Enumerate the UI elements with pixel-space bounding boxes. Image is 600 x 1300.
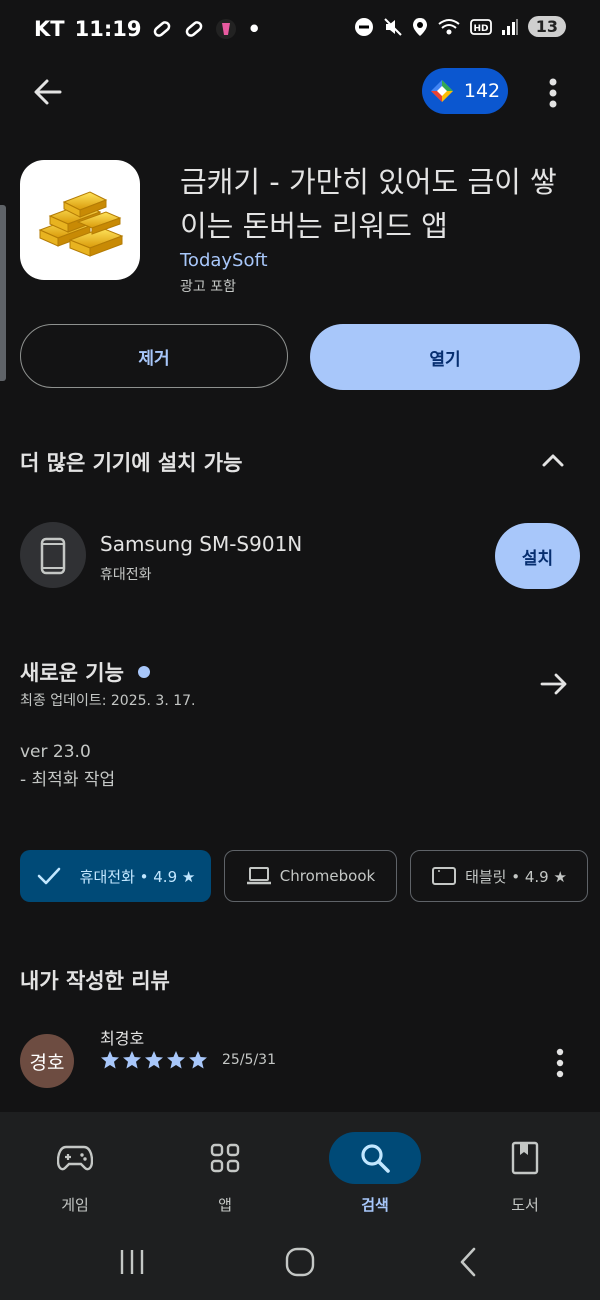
release-notes: ver 23.0 - 최적화 작업 [20,738,115,794]
wifi-icon [438,18,460,34]
system-back-button[interactable] [438,1240,498,1284]
apps-grid-icon [210,1143,240,1173]
pill-icon-2 [186,21,203,37]
hd-voice-icon: HD [469,18,492,35]
home-icon [285,1247,315,1277]
nav-games-label: 게임 [61,1196,89,1214]
review-date: 25/5/31 [222,1052,276,1068]
carrier-label: KT [34,17,65,41]
notification-dot: • [247,17,261,41]
whats-new-arrow-button[interactable] [538,668,570,700]
svg-text:HD: HD [473,24,488,34]
star-icon [145,1051,163,1069]
edge-panel-handle[interactable] [0,205,6,381]
clock: 11:19 [74,17,142,41]
location-icon [412,17,427,36]
device-name: Samsung SM-S901N [100,532,303,556]
whats-new-title: 새로운 기능 [20,661,124,685]
chip-tablet[interactable]: 태블릿 • 4.9 ★ [410,850,588,902]
home-button[interactable] [270,1240,330,1284]
nav-books[interactable]: 도서 [470,1112,580,1227]
developer-link[interactable]: TodaySoft [180,250,268,271]
recents-icon [120,1250,144,1274]
mute-icon [384,17,402,36]
app-notification-icon [216,19,237,39]
smartphone-icon [40,537,66,575]
gamepad-icon [57,1145,93,1171]
signal-icon [501,18,518,35]
star-icon [123,1051,141,1069]
arrow-back-icon [34,79,62,105]
device-avatar [20,522,86,588]
chip-phone[interactable]: 휴대전화 • 4.9 ★ [20,850,211,902]
chevron-left-icon [460,1247,476,1277]
more-vert-icon [549,78,557,108]
avatar: 경호 [20,1034,74,1088]
nav-apps-label: 앱 [218,1196,232,1214]
whats-new-header[interactable]: 새로운 기능 [20,657,150,687]
chip-chromebook-label: Chromebook [279,867,376,885]
more-vert-icon [556,1048,564,1078]
nav-books-icon-wrap [479,1132,571,1184]
nav-games[interactable]: 게임 [20,1112,130,1227]
chevron-up-icon [542,454,564,467]
pill-icon [154,21,171,37]
check-icon [37,867,60,885]
more-options-button[interactable] [540,74,566,114]
status-bar: KT 11:19 • HD 13 [0,0,600,60]
arrow-forward-icon [540,673,567,695]
collapse-button[interactable] [540,448,566,472]
recent-apps-button[interactable] [102,1240,162,1284]
contains-ads-label: 광고 포함 [180,279,236,295]
version-text: ver 23.0 [20,742,91,762]
chip-chromebook[interactable]: Chromebook [224,850,397,902]
app-icon [20,160,140,280]
status-right: HD 13 [354,16,566,37]
open-button[interactable]: 열기 [310,324,580,390]
star-icon [167,1051,185,1069]
play-points-button[interactable]: 142 [422,68,508,114]
book-icon [511,1141,539,1175]
chip-phone-label: 휴대전화 • 4.9 ★ [79,867,196,886]
search-icon [361,1144,390,1173]
do-not-disturb-icon [354,17,373,36]
device-type: 휴대전화 [100,567,152,583]
nav-search-label: 검색 [361,1196,389,1214]
star-icon [189,1051,207,1069]
play-points-icon [430,80,453,102]
review-more-button[interactable] [548,1046,572,1080]
my-review-title: 내가 작성한 리뷰 [20,969,170,993]
nav-apps[interactable]: 앱 [170,1112,280,1227]
change-note: - 최적화 작업 [20,770,116,790]
battery-level: 13 [527,16,566,37]
review-author: 최경호 [100,1029,145,1048]
back-button[interactable] [28,72,68,112]
nav-search-icon-wrap [329,1132,421,1184]
star-rating [100,1050,208,1070]
nav-search[interactable]: 검색 [320,1112,430,1227]
tablet-icon [432,867,457,885]
play-points-count: 142 [463,80,501,102]
uninstall-button[interactable]: 제거 [20,324,288,388]
new-indicator-dot [137,666,150,678]
nav-games-icon-wrap [29,1132,121,1184]
app-title: 금캐기 - 가만히 있어도 금이 쌓이는 돈버는 리워드 앱 [180,165,557,243]
nav-books-label: 도서 [511,1196,539,1214]
gold-bars-icon [38,191,124,257]
laptop-icon [246,867,271,885]
chip-tablet-label: 태블릿 • 4.9 ★ [465,867,567,886]
install-button[interactable]: 설치 [495,523,580,589]
status-left: KT 11:19 • [34,17,261,41]
star-icon [101,1051,119,1069]
nav-apps-icon-wrap [179,1132,271,1184]
more-devices-title: 더 많은 기기에 설치 가능 [20,451,243,475]
last-updated: 최종 업데이트: 2025. 3. 17. [20,693,196,709]
